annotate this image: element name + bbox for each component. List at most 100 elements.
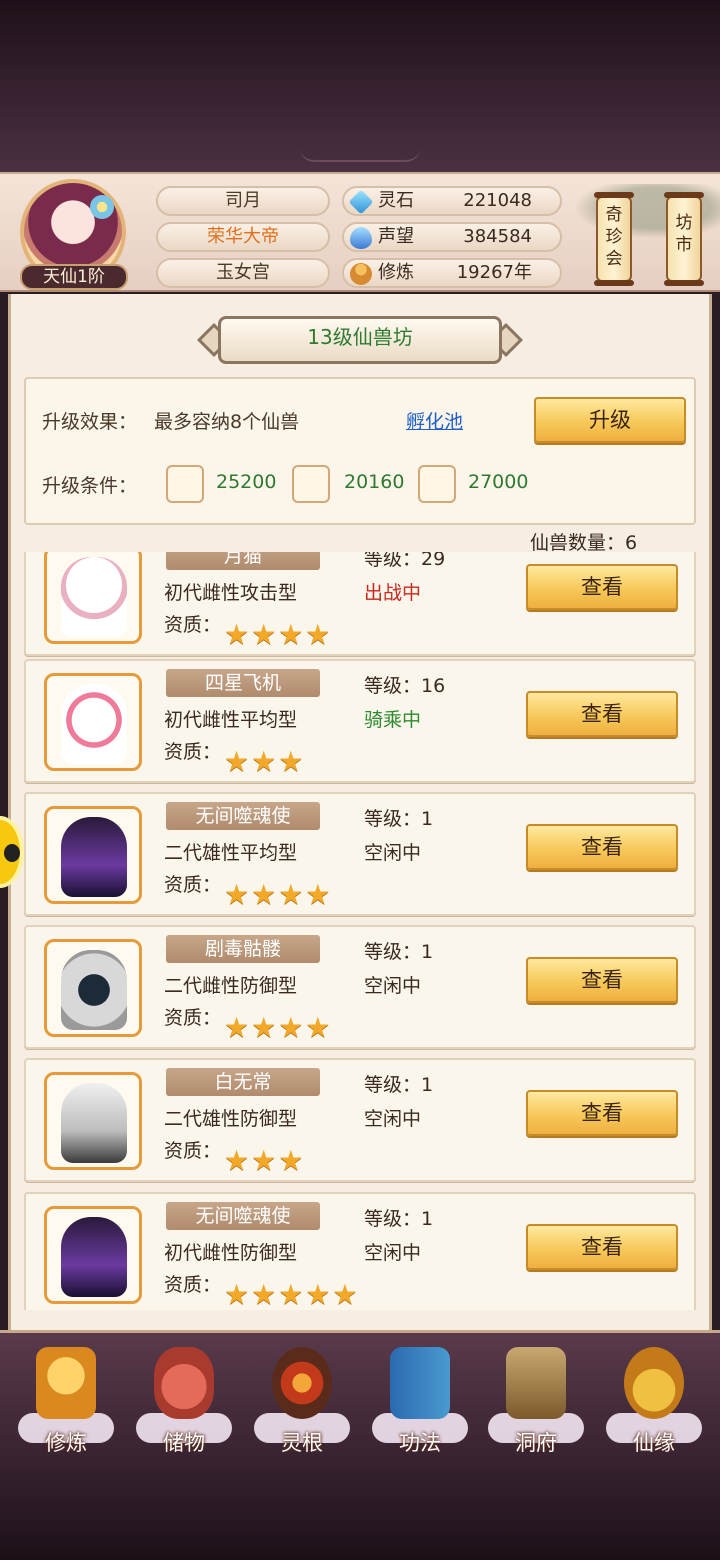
- beast-status: 空闲中: [364, 975, 422, 997]
- beast-status: 空闲中: [364, 842, 422, 864]
- player-sect: 玉女宫: [156, 258, 330, 288]
- upgrade-effect-value: 最多容纳8个仙兽: [154, 411, 300, 433]
- prestige-icon: [350, 227, 372, 249]
- bottom-nav: 修炼 储物 灵根 功法 洞府 仙缘: [0, 1330, 720, 1455]
- beast-name: 剧毒骷髅: [166, 935, 320, 963]
- view-button[interactable]: 查看: [526, 957, 678, 1003]
- beast-type: 二代雄性平均型: [164, 842, 298, 864]
- beast-type: 初代雌性防御型: [164, 1242, 298, 1264]
- upgrade-condition-label: 升级条件：: [42, 475, 138, 497]
- spirit-stone-icon: [348, 189, 374, 215]
- beast-portrait[interactable]: [44, 552, 142, 644]
- quality-label: 资质：: [164, 1007, 222, 1029]
- beast-name: 无间噬魂使: [166, 802, 320, 830]
- upgrade-box: 升级效果： 最多容纳8个仙兽 孵化池 升级 升级条件： 25200 20160 …: [24, 377, 696, 525]
- beast-level: 等级：1: [364, 1074, 434, 1096]
- hooded-skull-icon: [61, 950, 127, 1030]
- beast-name: 无间噬魂使: [166, 1202, 320, 1230]
- star-rating: ★★★: [224, 1144, 306, 1177]
- material-wood-value: 20160: [344, 471, 405, 493]
- beast-level: 等级：1: [364, 808, 434, 830]
- beast-type: 初代雌性平均型: [164, 709, 298, 731]
- list-item: 无间噬魂使 初代雌性防御型 资质： ★★★★★ 等级：1 空闲中 查看: [24, 1192, 696, 1310]
- list-item: 白无常 二代雄性防御型 资质： ★★★ 等级：1 空闲中 查看: [24, 1058, 696, 1182]
- resource-label: 修炼: [378, 262, 414, 283]
- nav-technique[interactable]: 功法: [368, 1341, 472, 1455]
- star-rating: ★★★: [224, 745, 306, 778]
- storage-bag-icon: [154, 1347, 214, 1419]
- hatch-pool-link[interactable]: 孵化池: [406, 407, 463, 434]
- material-herb-value: 27000: [468, 471, 529, 493]
- beast-name: 白无常: [166, 1068, 320, 1096]
- nav-storage[interactable]: 储物: [132, 1341, 236, 1455]
- quality-label: 资质：: [164, 614, 222, 636]
- beast-portrait[interactable]: [44, 1072, 142, 1170]
- beast-level: 等级：1: [364, 1208, 434, 1230]
- beast-level: 等级：16: [364, 675, 446, 697]
- beast-portrait[interactable]: [44, 806, 142, 904]
- market-button[interactable]: 坊市: [664, 192, 704, 286]
- resource-value: 384584: [463, 226, 532, 247]
- beast-status: 空闲中: [364, 1108, 422, 1130]
- beast-status: 骑乘中: [364, 709, 422, 731]
- technique-book-icon: [390, 1347, 450, 1419]
- beast-type: 初代雌性攻击型: [164, 582, 298, 604]
- beast-count: 仙兽数量：6: [530, 532, 638, 554]
- resource-spirit-stone: 灵石 221048: [342, 186, 562, 216]
- gourd-icon: [624, 1347, 684, 1419]
- dark-reaper-icon: [61, 1217, 127, 1297]
- herb-icon: [418, 465, 456, 503]
- star-rating: ★★★★: [224, 1011, 333, 1044]
- nav-cultivate[interactable]: 修炼: [14, 1341, 118, 1455]
- player-name: 司月: [156, 186, 330, 216]
- resource-value: 19267年: [456, 262, 532, 283]
- star-rating: ★★★★: [224, 618, 333, 651]
- nav-cave[interactable]: 洞府: [484, 1341, 588, 1455]
- nav-fate[interactable]: 仙缘: [602, 1341, 706, 1455]
- resource-label: 声望: [378, 226, 414, 247]
- view-button[interactable]: 查看: [526, 1224, 678, 1270]
- beast-portrait[interactable]: [44, 1206, 142, 1304]
- quality-label: 资质：: [164, 741, 222, 763]
- resource-cultivation: 修炼 19267年: [342, 258, 562, 288]
- list-item: 四星飞机 初代雌性平均型 资质： ★★★ 等级：16 骑乘中 查看: [24, 659, 696, 783]
- view-button[interactable]: 查看: [526, 691, 678, 737]
- bottom-dark-band: [0, 1452, 720, 1560]
- view-button[interactable]: 查看: [526, 1090, 678, 1136]
- dark-reaper-icon: [61, 817, 127, 897]
- top-ornament: [300, 148, 420, 162]
- beast-status: 空闲中: [364, 1242, 422, 1264]
- cave-house-icon: [506, 1347, 566, 1419]
- view-button[interactable]: 查看: [526, 564, 678, 610]
- beast-name: 四星飞机: [166, 669, 320, 697]
- upgrade-effect-label: 升级效果：: [42, 411, 138, 433]
- nav-spirit-root[interactable]: 灵根: [250, 1341, 354, 1455]
- cultivate-icon: [36, 1347, 96, 1419]
- quality-label: 资质：: [164, 874, 222, 896]
- resource-prestige: 声望 384584: [342, 222, 562, 252]
- quality-label: 资质：: [164, 1140, 222, 1162]
- white-cat-icon: [61, 557, 127, 637]
- top-dark-band: [0, 0, 720, 172]
- view-button[interactable]: 查看: [526, 824, 678, 870]
- player-title[interactable]: 荣华大帝: [156, 222, 330, 252]
- beast-portrait[interactable]: [44, 673, 142, 771]
- star-rating: ★★★★: [224, 878, 333, 911]
- beast-type: 二代雌性防御型: [164, 975, 298, 997]
- player-header: 天仙1阶 司月 荣华大帝 玉女宫 灵石 221048 声望 384584 修炼 …: [0, 172, 720, 292]
- list-item: 月猫 初代雌性攻击型 资质： ★★★★ 等级：29 出战中 查看: [24, 552, 696, 656]
- beast-list[interactable]: 月猫 初代雌性攻击型 资质： ★★★★ 等级：29 出战中 查看 四星飞机 初代…: [24, 552, 696, 1310]
- page-title: 13级仙兽坊: [307, 325, 413, 349]
- cultivation-icon: [350, 263, 372, 285]
- treasure-fair-button[interactable]: 奇珍会: [594, 192, 634, 286]
- beast-level: 等级：29: [364, 552, 446, 570]
- ore-icon: [166, 465, 204, 503]
- material-ore-value: 25200: [216, 471, 277, 493]
- upgrade-button[interactable]: 升级: [534, 397, 686, 443]
- resource-value: 221048: [463, 190, 532, 211]
- star-rating: ★★★★★: [224, 1278, 360, 1310]
- beast-level: 等级：1: [364, 941, 434, 963]
- beast-status: 出战中: [364, 582, 422, 604]
- wood-icon: [292, 465, 330, 503]
- beast-portrait[interactable]: [44, 939, 142, 1037]
